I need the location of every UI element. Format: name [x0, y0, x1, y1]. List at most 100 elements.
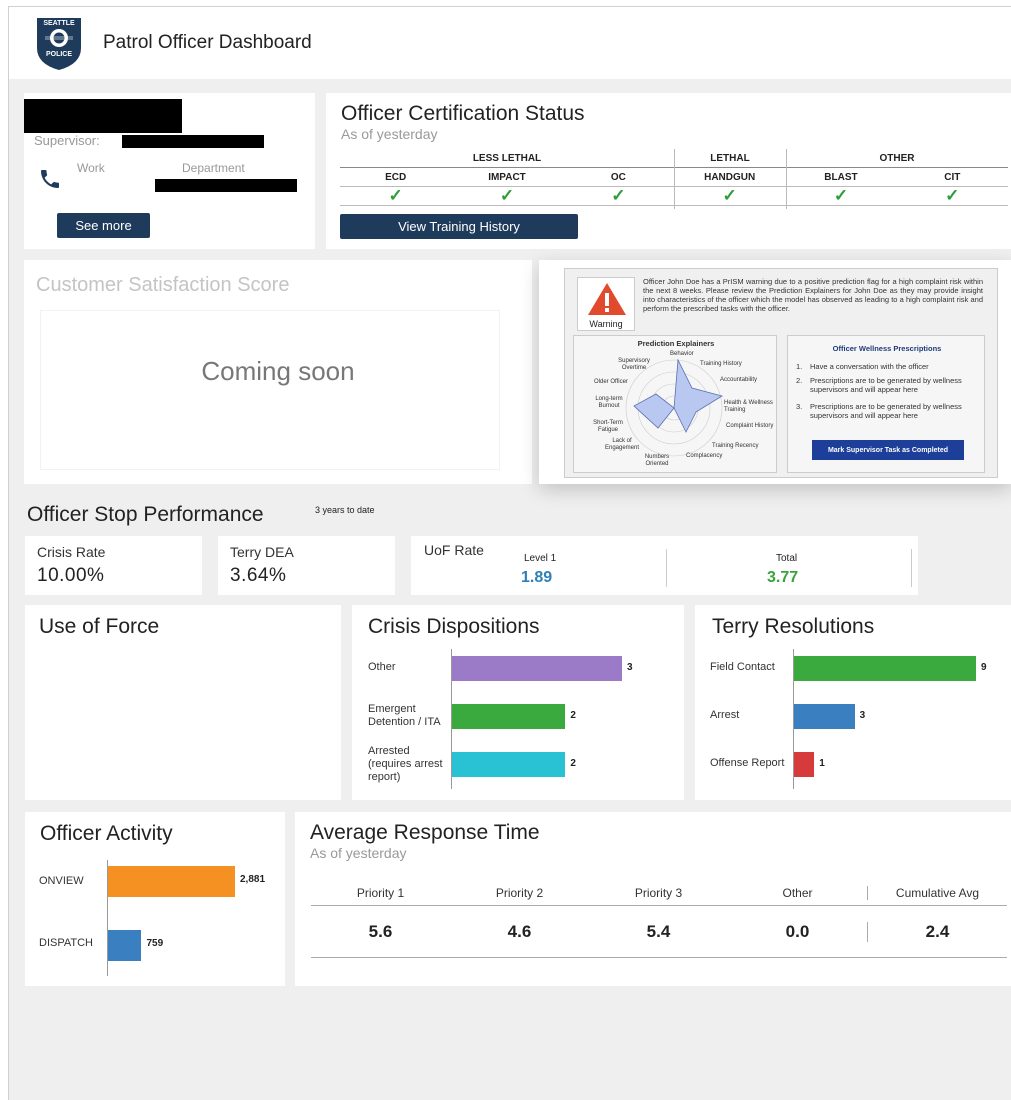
radar-label: Accountability	[720, 377, 758, 383]
department-label: Department	[182, 161, 245, 175]
radar-label: Health & Wellness Training	[724, 400, 773, 413]
group-other: OTHER	[879, 152, 915, 164]
cert-col-impact: IMPACT	[488, 171, 526, 183]
table-cell: 5.4	[646, 921, 671, 941]
warning-label: Warning	[589, 319, 623, 329]
radar-label: Complacency	[686, 453, 723, 459]
column-header: Priority 2	[495, 885, 544, 900]
radar-label: Older Officer	[594, 379, 628, 385]
bar-value-label: 2,881	[240, 874, 266, 885]
app-header: SEATTLE POLICE Patrol Officer Dashboard	[9, 7, 1011, 79]
redacted-supervisor	[122, 135, 264, 148]
officer-activity-card: Officer Activity ONVIEW DISPATCH 2,881 7…	[25, 812, 285, 986]
check-icon: ✓	[945, 186, 960, 205]
bar-value-label: 759	[146, 938, 164, 949]
bar-value-label: 3	[627, 662, 633, 673]
badge-top-text: SEATTLE	[43, 20, 75, 27]
coming-soon-text: Coming soon	[201, 356, 355, 386]
wellness-prescriptions-panel: Officer Wellness Prescriptions 1. Have a …	[787, 335, 985, 473]
redacted-officer-name	[24, 99, 182, 133]
prism-warning-card: Warning Officer John Doe has a PrISM war…	[539, 260, 1011, 484]
check-icon: ✓	[833, 186, 849, 205]
bar	[452, 656, 622, 681]
terry-resolutions-card: Terry Resolutions Field Contact Arrest O…	[695, 605, 1011, 800]
table-cell: 2.4	[867, 921, 1007, 942]
prescription-item: 3. Prescriptions are to be generated by w…	[796, 402, 962, 420]
crisis-dispositions-title: Crisis Dispositions	[368, 615, 540, 638]
radar-label: Supervisory Overtime	[618, 358, 650, 371]
use-of-force-title: Use of Force	[39, 615, 160, 638]
bar-value-label: 2	[570, 710, 576, 721]
cert-col-oc: OC	[610, 171, 626, 183]
customer-satisfaction-card: Customer Satisfaction Score Coming soon	[24, 260, 532, 484]
bar-value-label: 2	[570, 758, 576, 769]
avg-response-time-card: Average Response Time As of yesterday Pr…	[295, 812, 1011, 986]
category-label: Emergent Detention / ITA	[368, 703, 441, 728]
uof-rate-card: UoF Rate Level 1 1.89 Total 3.77	[411, 536, 918, 595]
prescription-item: 2. Prescriptions are to be generated by w…	[796, 376, 962, 394]
category-label: DISPATCH	[39, 937, 93, 949]
response-time-subtitle: As of yesterday	[310, 845, 407, 861]
redacted-department	[155, 179, 297, 192]
check-icon: ✓	[499, 186, 515, 205]
certification-subtitle: As of yesterday	[341, 126, 438, 142]
certification-title: Officer Certification Status	[341, 102, 585, 125]
bar-value-label: 9	[981, 662, 987, 673]
table-cell: 4.6	[507, 921, 532, 941]
table-cell: 5.6	[368, 921, 393, 941]
category-label: Other	[368, 661, 396, 673]
cert-col-cit: CIT	[944, 171, 961, 183]
terry-dea-card: Terry DEA 3.64%	[218, 536, 395, 595]
crisis-rate-value: 10.00%	[37, 565, 105, 586]
check-icon: ✓	[722, 186, 737, 205]
badge-bottom-text: POLICE	[45, 51, 73, 58]
bar	[794, 704, 855, 729]
satisfaction-title: Customer Satisfaction Score	[36, 274, 290, 296]
bar-value-label: 1	[819, 758, 825, 769]
warning-box: Warning	[577, 277, 635, 331]
bar	[452, 704, 566, 729]
seattle-police-badge-icon: SEATTLE POLICE	[33, 14, 85, 72]
crisis-rate-label: Crisis Rate	[37, 544, 106, 560]
bar	[108, 866, 235, 897]
radar-label: Long-term Burnout	[595, 396, 623, 409]
bar	[794, 752, 815, 777]
category-label: Offense Report	[710, 757, 785, 769]
group-less-lethal: LESS LETHAL	[472, 152, 542, 164]
total-label: Total	[776, 553, 798, 564]
prism-message: Officer John Doe has a PrISM warning due…	[643, 277, 983, 313]
column-header: Cumulative Avg	[867, 885, 1007, 900]
level1-value: 1.89	[521, 569, 553, 586]
response-time-title: Average Response Time	[310, 821, 540, 844]
group-lethal: LETHAL	[710, 152, 750, 164]
officer-activity-title: Officer Activity	[40, 822, 173, 845]
column-header: Priority 3	[634, 885, 683, 900]
bar-value-label: 3	[859, 710, 866, 721]
category-label: Arrest	[710, 709, 740, 721]
officer-profile-card: Supervisor: Work Department See more	[24, 93, 315, 249]
check-icon: ✓	[611, 186, 626, 205]
terry-dea-label: Terry DEA	[230, 544, 294, 560]
level1-label: Level 1	[524, 553, 557, 564]
prescription-item: 1. Have a conversation with the officer	[796, 362, 929, 371]
total-value: 3.77	[767, 569, 799, 586]
warning-icon	[588, 283, 626, 315]
response-time-table: Priority 1 Priority 2 Priority 3 Other C…	[311, 880, 1007, 958]
work-label: Work	[77, 161, 105, 175]
page-title: Patrol Officer Dashboard	[103, 32, 312, 53]
category-label: ONVIEW	[39, 875, 84, 887]
terry-dea-value: 3.64%	[230, 565, 287, 586]
radar-label: Training History	[700, 361, 742, 367]
terry-resolutions-title: Terry Resolutions	[712, 615, 875, 638]
column-header: Priority 1	[356, 885, 405, 900]
category-label: Arrested (requires arrest report)	[368, 745, 443, 783]
bar	[794, 656, 976, 681]
radar-label: Short-Term Fatigue	[593, 420, 623, 433]
bar	[452, 752, 566, 777]
category-label: Field Contact	[710, 661, 775, 673]
view-training-history-button[interactable]: View Training History	[340, 214, 578, 239]
mark-task-completed-button[interactable]: Mark Supervisor Task as Completed	[812, 440, 964, 460]
column-header: Other	[782, 885, 813, 900]
see-more-button[interactable]: See more	[57, 213, 150, 238]
cert-col-handgun: HANDGUN	[704, 171, 756, 183]
